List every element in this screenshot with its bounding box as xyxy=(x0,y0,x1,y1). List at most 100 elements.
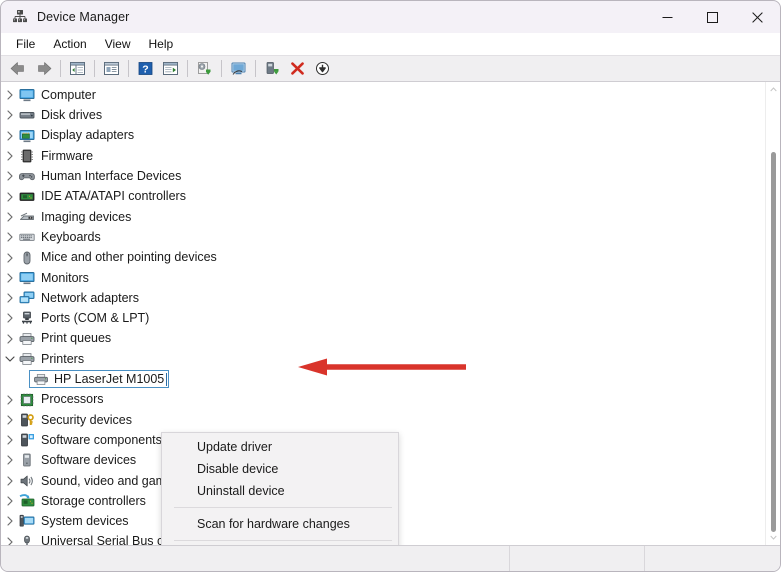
uninstall-device-button[interactable] xyxy=(285,57,310,80)
properties-button[interactable] xyxy=(99,57,124,80)
chevron-right-icon[interactable] xyxy=(1,293,18,303)
computer-icon xyxy=(18,87,36,103)
tree-row-selected[interactable]: HP LaserJet M1005 xyxy=(1,369,780,389)
imaging-device-icon xyxy=(18,209,36,225)
chevron-right-icon[interactable] xyxy=(1,537,18,545)
tree-item-label: Keyboards xyxy=(41,229,101,244)
chevron-right-icon[interactable] xyxy=(1,273,18,283)
chevron-right-icon[interactable] xyxy=(1,110,18,121)
tree-item-label: HP LaserJet M1005 xyxy=(54,372,165,387)
disk-drive-icon xyxy=(18,107,36,123)
tree-row[interactable]: Printers xyxy=(1,349,780,369)
disable-device-button[interactable] xyxy=(310,57,335,80)
ctx-update-driver[interactable]: Update driver xyxy=(162,436,398,458)
help-question-icon: ? xyxy=(138,62,153,75)
text-caret xyxy=(166,372,168,386)
tree-item-label: Security devices xyxy=(41,412,133,427)
vertical-scrollbar[interactable] xyxy=(765,82,780,545)
ctx-scan-hardware-changes[interactable]: Scan for hardware changes xyxy=(162,513,398,535)
printer-icon xyxy=(18,351,36,367)
enable-device-icon xyxy=(266,62,279,75)
enable-device-button[interactable] xyxy=(260,57,285,80)
chevron-right-icon[interactable] xyxy=(1,90,18,100)
tree-row[interactable]: Imaging devices xyxy=(1,207,780,227)
chevron-right-icon[interactable] xyxy=(1,192,18,202)
close-button[interactable] xyxy=(735,1,780,33)
chevron-down-icon[interactable] xyxy=(1,355,18,363)
ctx-uninstall-device[interactable]: Uninstall device xyxy=(162,480,398,502)
chevron-right-icon[interactable] xyxy=(1,313,18,324)
chevron-right-icon[interactable] xyxy=(1,131,18,141)
menu-view[interactable]: View xyxy=(96,35,140,53)
tree-item-label: Display adapters xyxy=(41,128,135,143)
tree-row[interactable]: Print queues xyxy=(1,329,780,349)
action-play-icon xyxy=(163,62,178,75)
action-menu-button[interactable] xyxy=(158,57,183,80)
port-icon xyxy=(18,310,36,326)
tree-row[interactable]: Disk drives xyxy=(1,105,780,125)
scan-hardware-changes-button[interactable] xyxy=(226,57,251,80)
chevron-right-icon[interactable] xyxy=(1,496,18,506)
tree-row[interactable]: Processors xyxy=(1,389,780,409)
chevron-right-icon[interactable] xyxy=(1,516,18,526)
tree-item-label: Printers xyxy=(41,351,85,366)
update-driver-button[interactable] xyxy=(192,57,217,80)
tree-row[interactable]: Keyboards xyxy=(1,227,780,247)
chevron-right-icon[interactable] xyxy=(1,435,18,445)
forward-button[interactable] xyxy=(31,57,56,80)
chevron-right-icon[interactable] xyxy=(1,252,18,263)
properties-window-icon xyxy=(104,62,119,75)
chevron-right-icon[interactable] xyxy=(1,394,18,405)
chevron-right-icon[interactable] xyxy=(1,334,18,344)
back-button[interactable] xyxy=(6,57,31,80)
tree-row[interactable]: Mice and other pointing devices xyxy=(1,247,780,267)
tree-row[interactable]: Firmware xyxy=(1,146,780,166)
printer-icon xyxy=(32,371,50,387)
mouse-icon xyxy=(18,250,36,266)
device-manager-screen: Device Manager File Action View Help ? C… xyxy=(0,0,781,572)
monitor-icon xyxy=(18,270,36,286)
tree-item-label: Ports (COM & LPT) xyxy=(41,311,150,326)
maximize-button[interactable] xyxy=(690,1,735,33)
tree-item-label: Print queues xyxy=(41,331,112,346)
menu-file[interactable]: File xyxy=(7,35,44,53)
context-menu-separator xyxy=(174,540,392,541)
usb-icon xyxy=(18,534,36,545)
ctx-disable-device[interactable]: Disable device xyxy=(162,458,398,480)
tree-row[interactable]: Network adapters xyxy=(1,288,780,308)
red-x-icon xyxy=(291,62,304,75)
chevron-right-icon[interactable] xyxy=(1,151,18,161)
storage-controller-icon xyxy=(18,493,36,509)
sound-speaker-icon xyxy=(18,473,36,489)
tree-row[interactable]: IDE ATA/ATAPI controllers xyxy=(1,186,780,206)
tree-row[interactable]: Monitors xyxy=(1,268,780,288)
window-title: Device Manager xyxy=(37,10,130,24)
help-button[interactable]: ? xyxy=(133,57,158,80)
printer-icon xyxy=(18,331,36,347)
processor-icon xyxy=(18,392,36,408)
device-manager-icon xyxy=(13,10,27,23)
selection-box[interactable]: HP LaserJet M1005 xyxy=(29,370,170,389)
chevron-right-icon[interactable] xyxy=(1,171,18,181)
show-hide-console-tree-button[interactable] xyxy=(65,57,90,80)
toolbar-separator-5 xyxy=(221,60,222,77)
scroll-down-arrow-icon[interactable] xyxy=(766,530,780,545)
tree-row[interactable]: Ports (COM & LPT) xyxy=(1,308,780,328)
tree-row[interactable]: Security devices xyxy=(1,410,780,430)
chevron-right-icon[interactable] xyxy=(1,415,18,425)
chevron-right-icon[interactable] xyxy=(1,455,18,466)
status-pane-2 xyxy=(510,546,645,571)
minimize-button[interactable] xyxy=(645,1,690,33)
toolbar-separator-2 xyxy=(94,60,95,77)
tree-row[interactable]: Computer xyxy=(1,85,780,105)
chevron-right-icon[interactable] xyxy=(1,476,18,486)
menu-help[interactable]: Help xyxy=(140,35,183,53)
close-icon xyxy=(752,11,763,23)
chevron-right-icon[interactable] xyxy=(1,212,18,222)
chevron-right-icon[interactable] xyxy=(1,232,18,242)
scroll-up-arrow-icon[interactable] xyxy=(766,82,780,97)
menu-action[interactable]: Action xyxy=(44,35,95,53)
scrollbar-thumb[interactable] xyxy=(771,152,776,532)
tree-row[interactable]: Human Interface Devices xyxy=(1,166,780,186)
tree-row[interactable]: Display adapters xyxy=(1,126,780,146)
